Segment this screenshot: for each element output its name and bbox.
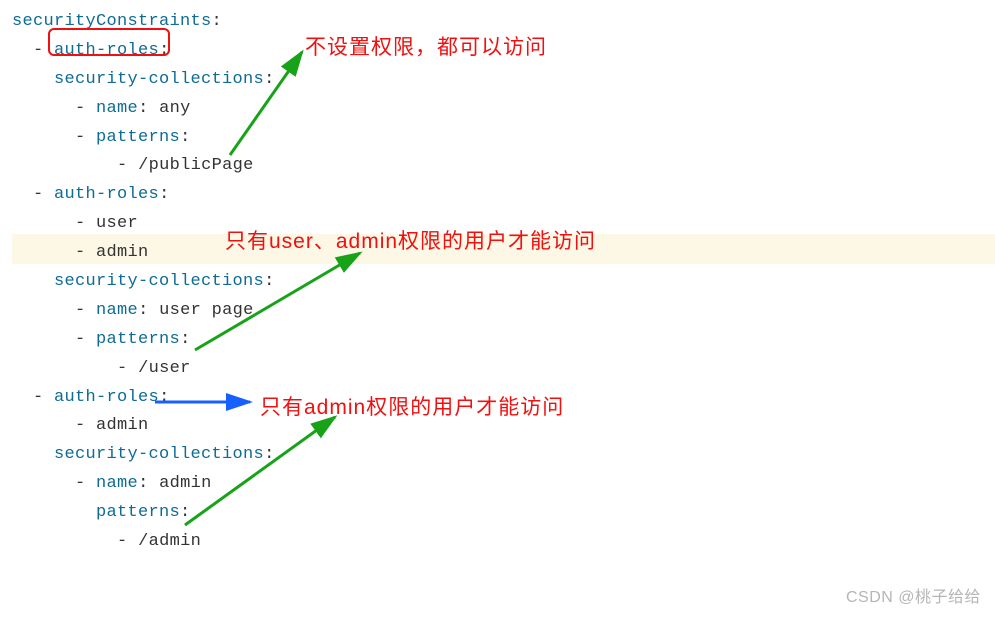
key-patterns: patterns [96, 330, 180, 349]
code-line: patterns: [12, 499, 995, 528]
code-line: - patterns: [12, 124, 995, 153]
code-line: - name: admin [12, 470, 995, 499]
key-auth-roles: auth-roles [54, 388, 159, 407]
val-any: any [159, 99, 191, 118]
watermark: CSDN @桃子给给 [846, 584, 981, 611]
key-security-collections: security-collections [54, 445, 264, 464]
annotation-1: 不设置权限，都可以访问 [305, 30, 547, 66]
code-line: - name: user page [12, 297, 995, 326]
key-security-collections: security-collections [54, 272, 264, 291]
key-auth-roles: auth-roles [54, 41, 159, 60]
code-line: - name: any [12, 95, 995, 124]
key-name: name [96, 474, 138, 493]
code-line: security-collections: [12, 66, 995, 95]
val-admin-path: /admin [138, 532, 201, 551]
yaml-code-block: securityConstraints: - auth-roles: secur… [12, 8, 995, 557]
code-line: - /user [12, 355, 995, 384]
val-user-path: /user [138, 359, 191, 378]
val-publicPage: /publicPage [138, 156, 254, 175]
code-line: - auth-roles: [12, 181, 995, 210]
code-line: security-collections: [12, 441, 995, 470]
key-patterns: patterns [96, 128, 180, 147]
key-name: name [96, 99, 138, 118]
val-admin3: admin [159, 474, 212, 493]
val-user: user [96, 214, 138, 233]
code-line: - /admin [12, 528, 995, 557]
key-patterns: patterns [96, 503, 180, 522]
val-user-page: user page [159, 301, 254, 320]
code-line: - patterns: [12, 326, 995, 355]
key-securityConstraints: securityConstraints [12, 12, 212, 31]
key-security-collections: security-collections [54, 70, 264, 89]
code-line: security-collections: [12, 268, 995, 297]
annotation-2: 只有user、admin权限的用户才能访问 [225, 224, 596, 260]
annotation-3: 只有admin权限的用户才能访问 [260, 390, 564, 426]
code-line: - /publicPage [12, 152, 995, 181]
key-name: name [96, 301, 138, 320]
key-auth-roles: auth-roles [54, 185, 159, 204]
val-admin: admin [96, 243, 149, 262]
val-admin2: admin [96, 416, 149, 435]
